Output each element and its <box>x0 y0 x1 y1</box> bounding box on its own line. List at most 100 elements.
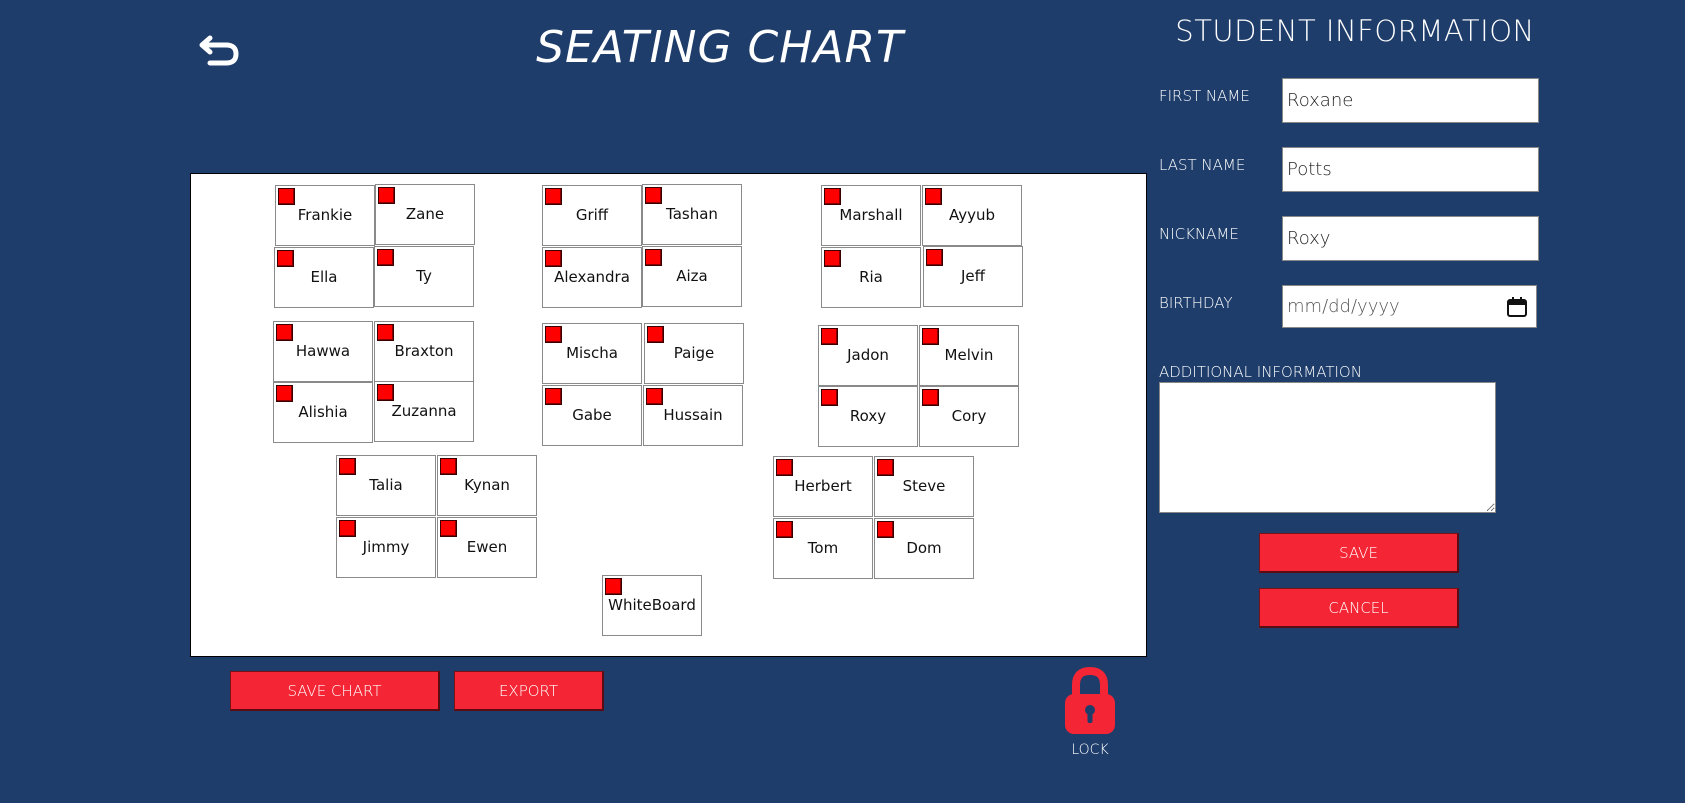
drag-handle[interactable] <box>545 188 562 205</box>
drag-handle[interactable] <box>339 520 356 537</box>
desk[interactable]: Braxton <box>374 321 474 382</box>
desk[interactable]: Cory <box>919 386 1019 447</box>
desk[interactable]: Hawwa <box>273 321 373 382</box>
drag-handle[interactable] <box>824 188 841 205</box>
drag-handle[interactable] <box>278 188 295 205</box>
drag-handle[interactable] <box>276 324 293 341</box>
desk[interactable]: Jeff <box>923 246 1023 307</box>
desk[interactable]: Dom <box>874 518 974 579</box>
desk[interactable]: Alishia <box>273 382 373 443</box>
drag-handle[interactable] <box>877 459 894 476</box>
save-button[interactable]: SAVE <box>1259 533 1459 573</box>
desk-student-name: Tashan <box>666 205 718 223</box>
drag-handle[interactable] <box>645 187 662 204</box>
desk[interactable]: Kynan <box>437 455 537 516</box>
drag-handle[interactable] <box>377 384 394 401</box>
birthday-input[interactable]: mm/dd/yyyy <box>1282 285 1537 328</box>
desk-student-name: Alishia <box>298 403 348 421</box>
desk[interactable]: Frankie <box>275 185 375 246</box>
drag-handle[interactable] <box>922 328 939 345</box>
desk[interactable]: Paige <box>644 323 744 384</box>
birthday-label: BIRTHDAY <box>1159 294 1233 312</box>
desk-student-name: Melvin <box>944 346 994 364</box>
drag-handle[interactable] <box>824 250 841 267</box>
desk[interactable]: Ewen <box>437 517 537 578</box>
cancel-button[interactable]: CANCEL <box>1259 588 1459 628</box>
desk-student-name: Frankie <box>297 206 353 224</box>
desk[interactable]: Jadon <box>818 325 918 386</box>
desk[interactable]: Steve <box>874 456 974 517</box>
desk-student-name: Zuzanna <box>391 402 457 420</box>
drag-handle[interactable] <box>605 578 622 595</box>
desk-student-name: Dom <box>906 539 942 557</box>
desk[interactable]: Melvin <box>919 325 1019 386</box>
export-button[interactable]: EXPORT <box>454 671 604 711</box>
drag-handle[interactable] <box>377 249 394 266</box>
desk-student-name: Hawwa <box>295 342 351 360</box>
desk[interactable]: Tashan <box>642 184 742 245</box>
desk[interactable]: Zuzanna <box>374 381 474 442</box>
page-title: SEATING CHART <box>536 22 904 73</box>
last-name-input[interactable] <box>1282 147 1539 192</box>
drag-handle[interactable] <box>645 249 662 266</box>
desk[interactable]: Ria <box>821 247 921 308</box>
drag-handle[interactable] <box>377 324 394 341</box>
drag-handle[interactable] <box>926 249 943 266</box>
drag-handle[interactable] <box>339 458 356 475</box>
desk[interactable]: Herbert <box>773 456 873 517</box>
desk[interactable]: Tom <box>773 518 873 579</box>
drag-handle[interactable] <box>925 188 942 205</box>
save-chart-button[interactable]: SAVE CHART <box>230 671 440 711</box>
drag-handle[interactable] <box>922 389 939 406</box>
seating-chart-canvas[interactable]: Frankie Zane Ella Ty Griff Tashan Alexan… <box>190 173 1147 657</box>
desk-student-name: Talia <box>369 476 403 494</box>
lock-label: LOCK <box>1071 742 1109 758</box>
desk-student-name: Ria <box>859 268 883 286</box>
last-name-label: LAST NAME <box>1159 156 1246 174</box>
drag-handle[interactable] <box>378 187 395 204</box>
whiteboard[interactable]: WhiteBoard <box>602 575 702 636</box>
desk[interactable]: Ayyub <box>922 185 1022 246</box>
desk-student-name: Cory <box>951 407 987 425</box>
drag-handle[interactable] <box>276 385 293 402</box>
desk[interactable]: Ty <box>374 246 474 307</box>
drag-handle[interactable] <box>877 521 894 538</box>
additional-info-textarea[interactable] <box>1159 382 1496 513</box>
desk[interactable]: Jimmy <box>336 517 436 578</box>
desk[interactable]: Talia <box>336 455 436 516</box>
drag-handle[interactable] <box>776 459 793 476</box>
first-name-input[interactable] <box>1282 78 1539 123</box>
desk[interactable]: Griff <box>542 185 642 246</box>
nickname-input[interactable] <box>1282 216 1539 261</box>
calendar-icon[interactable] <box>1506 296 1528 318</box>
lock-button[interactable]: LOCK <box>1060 666 1120 758</box>
drag-handle[interactable] <box>821 389 838 406</box>
drag-handle[interactable] <box>277 250 294 267</box>
desk[interactable]: Roxy <box>818 386 918 447</box>
desk[interactable]: Marshall <box>821 185 921 246</box>
desk[interactable]: Ella <box>274 247 374 308</box>
desk[interactable]: Alexandra <box>542 247 642 308</box>
desk-student-name: Ewen <box>466 538 508 556</box>
desk-student-name: Ayyub <box>948 206 996 224</box>
drag-handle[interactable] <box>776 521 793 538</box>
drag-handle[interactable] <box>646 388 663 405</box>
drag-handle[interactable] <box>545 326 562 343</box>
desk-student-name: Zane <box>405 205 445 223</box>
desk[interactable]: Mischa <box>542 323 642 384</box>
desk[interactable]: Hussain <box>643 385 743 446</box>
drag-handle[interactable] <box>545 388 562 405</box>
desk-student-name: Herbert <box>794 477 852 495</box>
desk[interactable]: Gabe <box>542 385 642 446</box>
desk[interactable]: Zane <box>375 184 475 245</box>
drag-handle[interactable] <box>545 250 562 267</box>
desk[interactable]: Aiza <box>642 246 742 307</box>
drag-handle[interactable] <box>440 458 457 475</box>
desk-student-name: Tom <box>807 539 839 557</box>
drag-handle[interactable] <box>647 326 664 343</box>
back-icon[interactable] <box>196 30 242 70</box>
desk-student-name: Gabe <box>572 406 612 424</box>
drag-handle[interactable] <box>440 520 457 537</box>
desk-student-name: Mischa <box>566 344 618 362</box>
drag-handle[interactable] <box>821 328 838 345</box>
